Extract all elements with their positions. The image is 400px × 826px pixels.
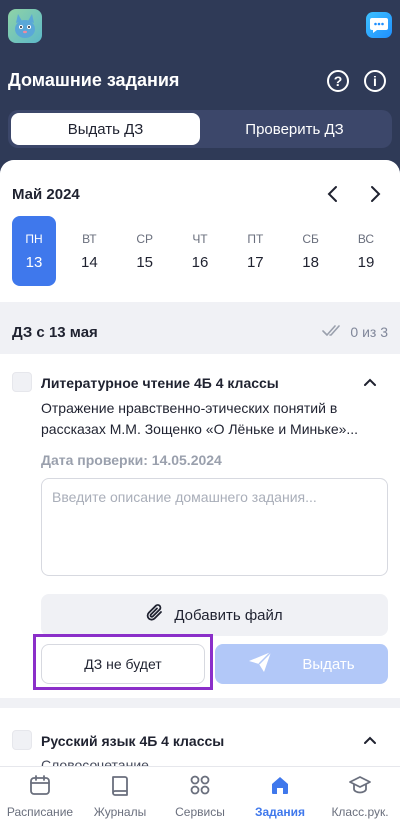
day-number: 13 xyxy=(25,253,43,271)
paperclip-icon xyxy=(146,603,164,627)
day-cell[interactable]: СБ 18 xyxy=(289,216,333,286)
chevron-up-icon[interactable] xyxy=(360,372,380,392)
chat-icon[interactable] xyxy=(366,12,392,38)
header: Домашние задания ? i Выдать ДЗ Проверить… xyxy=(0,0,400,160)
day-of-week: ПН xyxy=(25,231,43,246)
days-row: ПН 13 ВТ 14 СР 15 ЧТ 16 ПТ 17 СБ 18 ВС 1… xyxy=(12,216,388,286)
add-file-button[interactable]: Добавить файл xyxy=(41,594,388,636)
day-number: 19 xyxy=(357,253,375,271)
nav-item-schedule[interactable]: Расписание xyxy=(0,767,80,826)
homework-description-input[interactable] xyxy=(41,478,388,576)
subject-title: Литературное чтение 4Б 4 классы xyxy=(41,375,279,391)
day-cell[interactable]: ЧТ 16 xyxy=(178,216,222,286)
month-label: Май 2024 xyxy=(12,186,80,203)
day-cell[interactable]: ПН 13 xyxy=(12,216,56,286)
day-cell[interactable]: СР 15 xyxy=(123,216,167,286)
day-of-week: СР xyxy=(136,231,153,246)
progress-text: 0 из 3 xyxy=(350,324,388,340)
calendar-icon xyxy=(29,774,51,799)
chevron-right-icon[interactable] xyxy=(364,182,388,206)
day-cell[interactable]: ВТ 14 xyxy=(67,216,111,286)
week-calendar: Май 2024 ПН 13 ВТ 14 СР 15 ЧТ 16 ПТ 17 С… xyxy=(0,160,400,302)
section-title: ДЗ с 13 мая xyxy=(12,324,98,341)
info-circle-icon[interactable]: i xyxy=(364,70,386,92)
day-number: 15 xyxy=(136,253,153,271)
page-title: Домашние задания xyxy=(8,70,180,90)
nav-item-label: Класс.рук. xyxy=(331,805,389,819)
send-icon xyxy=(248,651,272,677)
add-file-label: Добавить файл xyxy=(174,606,283,624)
chevron-up-icon[interactable] xyxy=(360,730,380,750)
progress-counter: 0 из 3 xyxy=(322,324,388,340)
day-cell[interactable]: ПТ 17 xyxy=(233,216,277,286)
question-circle-icon[interactable]: ? xyxy=(327,70,349,92)
main-panel: Май 2024 ПН 13 ВТ 14 СР 15 ЧТ 16 ПТ 17 С… xyxy=(0,160,400,766)
double-check-icon xyxy=(322,324,344,340)
highlight-box xyxy=(33,634,213,690)
nav-item-label: Сервисы xyxy=(175,805,225,819)
day-of-week: ВТ xyxy=(82,231,97,246)
nav-item-tasks[interactable]: Задания xyxy=(240,767,320,826)
day-of-week: ПТ xyxy=(247,231,264,246)
issue-label: Выдать xyxy=(302,655,355,673)
lesson-topic: Отражение нравственно-этических понятий … xyxy=(41,400,359,437)
nav-item-label: Задания xyxy=(254,805,306,819)
home-icon xyxy=(269,774,291,799)
lesson-topic: Словосочетание xyxy=(41,757,149,766)
subject-title: Русский язык 4Б 4 классы xyxy=(41,733,225,749)
day-number: 16 xyxy=(191,253,209,271)
nav-item-services[interactable]: Сервисы xyxy=(160,767,240,826)
nav-item-label: Расписание xyxy=(6,805,74,819)
select-checkbox[interactable] xyxy=(12,730,32,750)
nav-item-journals[interactable]: Журналы xyxy=(80,767,160,826)
cat-logo-icon[interactable] xyxy=(8,9,42,43)
nav-item-class-teacher[interactable]: Класс.рук. xyxy=(320,767,400,826)
book-icon xyxy=(109,774,131,799)
day-number: 18 xyxy=(302,253,319,271)
nav-item-label: Журналы xyxy=(93,805,147,819)
issue-button[interactable]: Выдать xyxy=(215,644,388,684)
tab-check-hw[interactable]: Проверить ДЗ xyxy=(200,113,389,145)
select-checkbox[interactable] xyxy=(12,372,32,392)
day-of-week: ВС xyxy=(357,231,375,246)
day-of-week: ЧТ xyxy=(192,231,208,246)
day-cell[interactable]: ВС 19 xyxy=(344,216,388,286)
chevron-left-icon[interactable] xyxy=(320,182,344,206)
tab-switcher: Выдать ДЗ Проверить ДЗ xyxy=(8,110,392,148)
homework-card: Литературное чтение 4Б 4 классы Отражени… xyxy=(0,354,400,698)
bottom-nav: Расписание Журналы Сервисы Задания Класс… xyxy=(0,766,400,826)
day-number: 17 xyxy=(246,253,264,271)
tab-issue-hw[interactable]: Выдать ДЗ xyxy=(11,113,200,145)
graduation-cap-icon xyxy=(348,774,372,799)
day-of-week: СБ xyxy=(302,231,319,246)
check-date: Дата проверки: 14.05.2024 xyxy=(41,452,222,468)
grid-icon xyxy=(189,774,211,799)
day-number: 14 xyxy=(80,253,98,271)
homework-card: Русский язык 4Б 4 классы Словосочетание xyxy=(0,708,400,766)
